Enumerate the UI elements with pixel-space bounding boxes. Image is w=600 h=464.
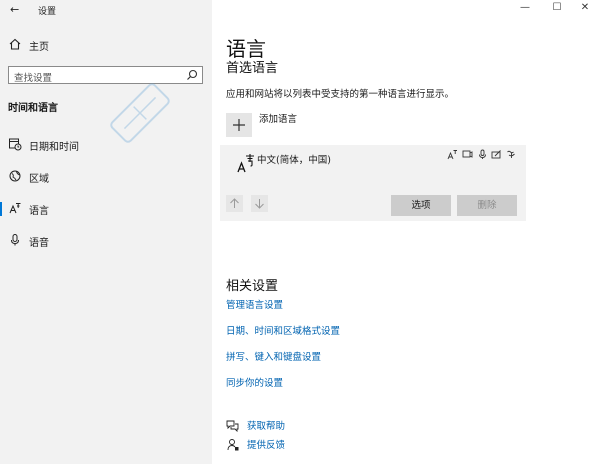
home-icon [9, 38, 21, 50]
display-language-icon [447, 150, 457, 160]
keyboard-icon [507, 150, 515, 158]
arrow-up-icon [230, 198, 239, 208]
language-glyph-icon [237, 154, 254, 173]
sidebar-item-label: 日期和时间 [29, 142, 79, 153]
sidebar-item-home[interactable]: 主页 [0, 32, 212, 58]
section-description: 应用和网站将以列表中受支持的第一种语言进行显示。 [226, 89, 455, 100]
main-pane: — ☐ ✕ 语言 首选语言 应用和网站将以列表中受支持的第一种语言进行显示。 添… [212, 0, 600, 464]
link-spelling-typing-keyboard[interactable]: 拼写、键入和键盘设置 [226, 349, 321, 363]
language-name: 中文(简体，中国) [257, 155, 331, 166]
feedback-icon [227, 439, 239, 451]
search-placeholder: 查找设置 [14, 73, 53, 84]
add-language-label[interactable]: 添加语言 [259, 111, 297, 125]
move-up-button[interactable] [226, 195, 243, 212]
sidebar-item-label: 语音 [29, 238, 49, 249]
speech-recognition-icon [479, 149, 486, 159]
section-title: 首选语言 [226, 61, 279, 76]
back-icon[interactable]: ← [10, 3, 19, 16]
chat-help-icon [226, 420, 239, 432]
related-settings-heading: 相关设置 [226, 279, 279, 294]
link-date-time-region-format[interactable]: 日期、时间和区域格式设置 [226, 323, 340, 337]
sidebar-home-label: 主页 [29, 42, 49, 53]
link-manage-language-settings[interactable]: 管理语言设置 [226, 297, 283, 311]
sidebar-group-heading: 时间和语言 [8, 103, 58, 114]
window-title: 设置 [38, 7, 57, 17]
sidebar-item-label: 语言 [29, 206, 49, 217]
plus-icon [233, 119, 245, 131]
sidebar: ← 设置 主页 查找设置 时间和语言 日期和时间 区域 语言 语音 [0, 0, 212, 464]
sidebar-item-speech[interactable]: 语音 [0, 228, 212, 254]
options-button[interactable]: 选项 [391, 195, 451, 216]
globe-icon [9, 170, 21, 182]
microphone-icon [11, 234, 19, 246]
watermark-logo-icon [110, 83, 170, 143]
add-language-button[interactable] [226, 113, 252, 137]
close-button[interactable]: ✕ [570, 0, 600, 16]
remove-button[interactable]: 删除 [457, 195, 517, 216]
handwriting-icon [491, 150, 501, 159]
link-sync-settings[interactable]: 同步你的设置 [226, 375, 283, 389]
minimize-button[interactable]: — [510, 0, 540, 16]
maximize-button[interactable]: ☐ [542, 0, 572, 16]
sidebar-item-label: 区域 [29, 174, 49, 185]
get-help-link[interactable]: 获取帮助 [247, 418, 285, 432]
language-icon [9, 203, 21, 214]
move-down-button[interactable] [251, 195, 268, 212]
give-feedback-link[interactable]: 提供反馈 [247, 437, 285, 451]
arrow-down-icon [255, 199, 264, 209]
calendar-clock-icon [9, 138, 22, 151]
language-card[interactable]: 中文(简体，中国) 选项 删除 [220, 145, 526, 221]
sidebar-item-language[interactable]: 语言 [0, 196, 212, 222]
text-to-speech-icon [462, 150, 473, 158]
